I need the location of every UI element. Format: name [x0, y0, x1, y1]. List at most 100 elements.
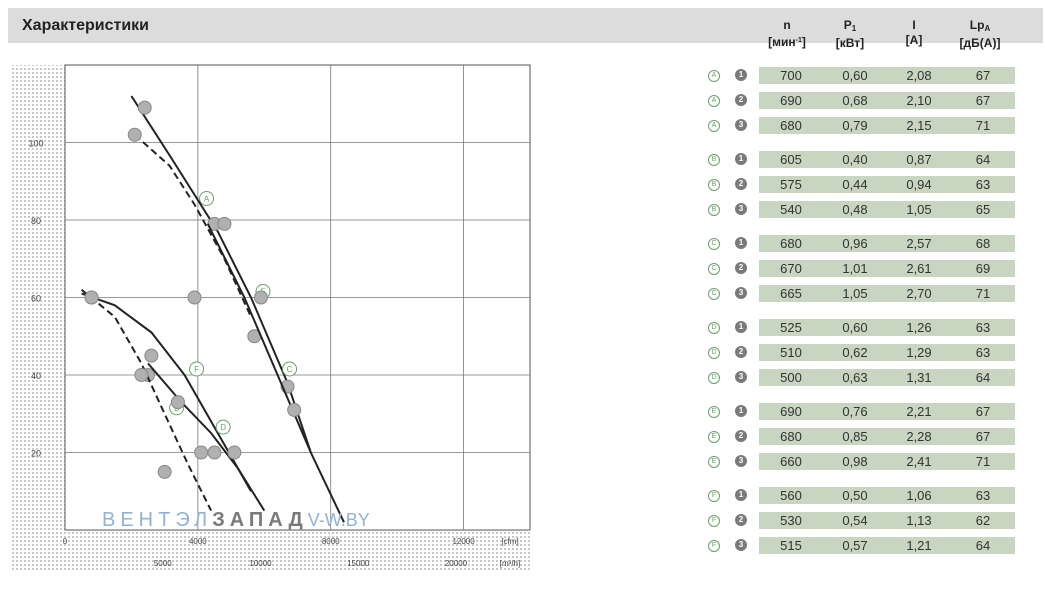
curve-tag: F — [708, 540, 720, 552]
point-tag: 1 — [735, 321, 747, 333]
table-cell-lp: 67 — [951, 403, 1015, 420]
y-tick-label: 100 — [28, 139, 43, 149]
table-cell-i: 1,26 — [887, 319, 951, 336]
point-tag: 1 — [735, 153, 747, 165]
table-cell-lp: 62 — [951, 512, 1015, 529]
x-axis-label: [cfm] — [501, 537, 518, 546]
table-cell-p1: 0,85 — [823, 428, 887, 445]
series-label: C — [287, 365, 293, 374]
table-cell-lp: 71 — [951, 117, 1015, 134]
point-tag: 3 — [735, 371, 747, 383]
table-cell-lp: 63 — [951, 344, 1015, 361]
table-cell-lp: 64 — [951, 537, 1015, 554]
table-cell-lp: 71 — [951, 453, 1015, 470]
table-cell-n: 660 — [759, 453, 823, 470]
curve-tag: B — [708, 204, 720, 216]
curve-tag: A — [708, 70, 720, 82]
point-tag: 3 — [735, 455, 747, 467]
point-tag: 1 — [735, 237, 747, 249]
watermark-part2: ЗАПАД — [212, 509, 308, 531]
operating-point — [127, 127, 142, 142]
table-cell-p1: 1,05 — [823, 285, 887, 302]
table-cell-i: 1,05 — [887, 201, 951, 218]
table-cell-p1: 0,44 — [823, 176, 887, 193]
table-cell-p1: 0,50 — [823, 487, 887, 504]
curve-tag: B — [708, 179, 720, 191]
table-cell-n: 575 — [759, 176, 823, 193]
table-cell-i: 0,94 — [887, 176, 951, 193]
curve-tag: E — [708, 456, 720, 468]
curve-tag: F — [708, 515, 720, 527]
x-tick-label: 12000 — [452, 537, 475, 546]
point-tag: 2 — [735, 514, 747, 526]
header-n-unit-close: ] — [801, 35, 806, 49]
point-tag: 2 — [735, 178, 747, 190]
operating-point — [157, 464, 172, 479]
table-cell-lp: 64 — [951, 151, 1015, 168]
point-tag: 3 — [735, 287, 747, 299]
table-cell-p1: 0,40 — [823, 151, 887, 168]
table-cell-p1: 0,57 — [823, 537, 887, 554]
header-lp-unit: [дБ(A)] — [959, 36, 1001, 50]
table-cell-p1: 0,98 — [823, 453, 887, 470]
table-cell-lp: 71 — [951, 285, 1015, 302]
curve-tag: D — [708, 322, 720, 334]
operating-point — [134, 368, 149, 382]
table-cell-n: 605 — [759, 151, 823, 168]
table-cell-i: 2,15 — [887, 117, 951, 134]
table-cell-i: 2,70 — [887, 285, 951, 302]
header-p1: P1 [кВт] — [820, 18, 880, 51]
table-cell-i: 0,87 — [887, 151, 951, 168]
table-cell-n: 680 — [759, 235, 823, 252]
table-cell-i: 2,08 — [887, 67, 951, 84]
y-tick-label: 20 — [31, 449, 41, 459]
operating-point — [170, 395, 185, 410]
curve-tag: C — [708, 288, 720, 300]
table-cell-p1: 0,62 — [823, 344, 887, 361]
table-cell-n: 680 — [759, 428, 823, 445]
table-cell-i: 2,41 — [887, 453, 951, 470]
table-cell-i: 1,21 — [887, 537, 951, 554]
operating-point — [194, 445, 209, 460]
table-cell-i: 2,21 — [887, 403, 951, 420]
x-tick-label: 8000 — [322, 537, 340, 546]
header-p1-symbol: P — [843, 18, 852, 32]
table-cell-p1: 0,48 — [823, 201, 887, 218]
curve-tag: C — [708, 238, 720, 250]
watermark: ВЕНТЭЛЗАПАДV-W.BY — [102, 509, 370, 532]
operating-point — [207, 445, 222, 460]
curve-tag: C — [708, 263, 720, 275]
series-label: D — [220, 423, 226, 432]
table-cell-n: 500 — [759, 369, 823, 386]
table-cell-n: 665 — [759, 285, 823, 302]
table-cell-n: 680 — [759, 117, 823, 134]
curve-tag: A — [708, 120, 720, 132]
y-tick-label: 40 — [31, 371, 41, 381]
operating-point — [287, 402, 302, 417]
y-tick-label: 80 — [31, 216, 41, 226]
point-tag: 2 — [735, 346, 747, 358]
x-secondary-tick-label: 5000 — [154, 559, 172, 568]
curve-tag: E — [708, 431, 720, 443]
header-p1-sub: 1 — [851, 24, 857, 33]
series-label: A — [204, 195, 210, 204]
header-i-symbol: I — [912, 18, 916, 32]
table-cell-p1: 0,60 — [823, 319, 887, 336]
point-tag: 2 — [735, 430, 747, 442]
curve-tag: E — [708, 406, 720, 418]
table-cell-lp: 64 — [951, 369, 1015, 386]
header-lp-symbol: Lp — [969, 18, 985, 32]
curve-tag: D — [708, 372, 720, 384]
table-cell-i: 2,61 — [887, 260, 951, 277]
table-cell-p1: 0,54 — [823, 512, 887, 529]
table-cell-n: 690 — [759, 92, 823, 109]
table-cell-n: 700 — [759, 67, 823, 84]
table-cell-n: 670 — [759, 260, 823, 277]
table-cell-p1: 0,63 — [823, 369, 887, 386]
point-tag: 1 — [735, 69, 747, 81]
point-tag: 1 — [735, 405, 747, 417]
curve-tag: A — [708, 95, 720, 107]
table-cell-n: 540 — [759, 201, 823, 218]
watermark-part3: V-W.BY — [307, 510, 370, 530]
x-secondary-tick-label: 15000 — [347, 559, 370, 568]
